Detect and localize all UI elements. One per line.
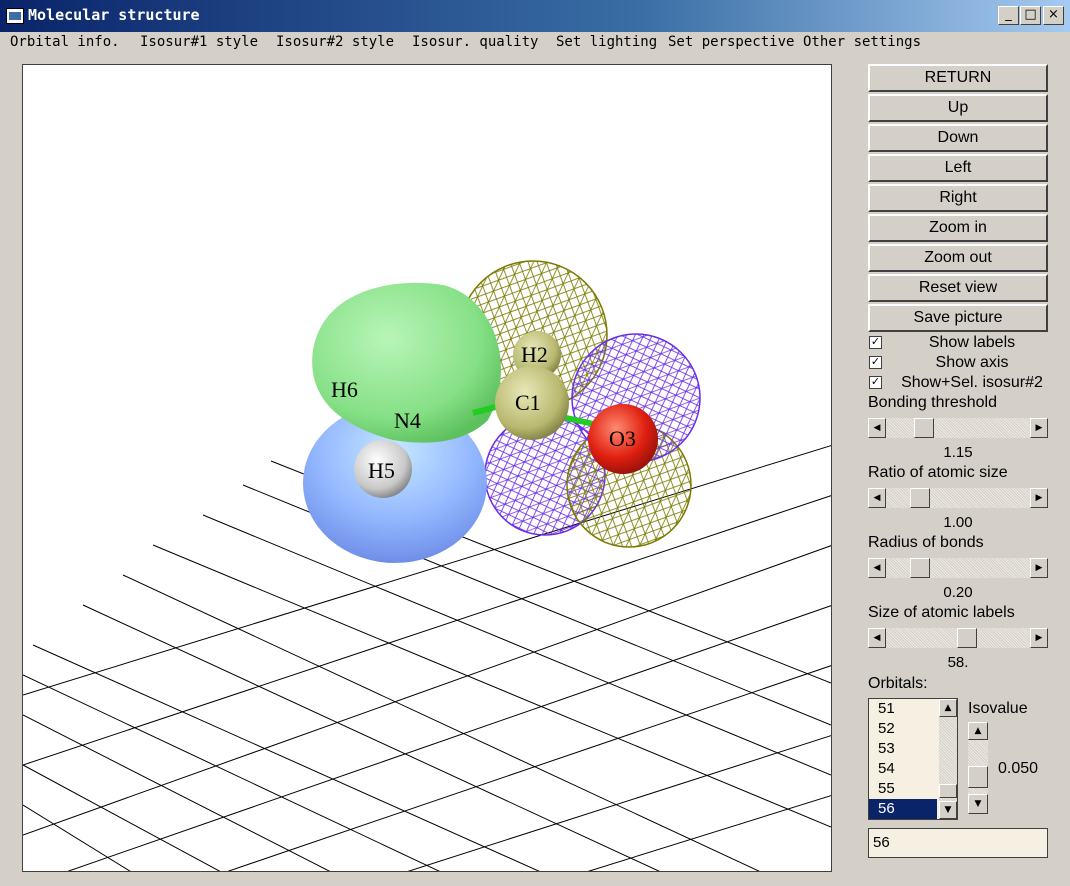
atomic-size-value: 1.00 xyxy=(943,514,973,531)
left-arrow-icon[interactable]: ◀ xyxy=(868,628,886,648)
atom-label-h6: H6 xyxy=(331,377,358,402)
atom-label-n4: N4 xyxy=(394,408,421,433)
right-button[interactable]: Right xyxy=(868,184,1048,212)
left-arrow-icon[interactable]: ◀ xyxy=(868,418,886,438)
orbital-item[interactable]: 52 xyxy=(869,719,937,739)
isovalue-thumb[interactable] xyxy=(968,766,988,788)
up-button[interactable]: Up xyxy=(868,94,1048,122)
slider-thumb[interactable] xyxy=(910,488,930,508)
bond-radius-value: 0.20 xyxy=(943,584,973,601)
label-size-label: Size of atomic labels xyxy=(868,604,1015,621)
down-button[interactable]: Down xyxy=(868,124,1048,152)
orbital-item[interactable]: 55 xyxy=(869,779,937,799)
bonding-threshold-label: Bonding threshold xyxy=(868,394,997,411)
return-button[interactable]: RETURN xyxy=(868,64,1048,92)
down-arrow-icon[interactable]: ▼ xyxy=(939,801,957,819)
up-arrow-icon[interactable]: ▲ xyxy=(939,699,957,717)
orbitals-listbox[interactable]: 51 52 53 54 55 56 ▲ ▼ xyxy=(868,698,958,820)
zoom-out-button[interactable]: Zoom out xyxy=(868,244,1048,272)
save-picture-button[interactable]: Save picture xyxy=(868,304,1048,332)
show-axis-label: Show axis xyxy=(935,354,1009,371)
label-size-slider[interactable]: ◀ ▶ xyxy=(868,628,1048,648)
menu-set-perspective[interactable]: Set perspective xyxy=(668,34,794,50)
left-arrow-icon[interactable]: ◀ xyxy=(868,488,886,508)
isovalue-label: Isovalue xyxy=(968,700,1028,717)
atomic-size-slider[interactable]: ◀ ▶ xyxy=(868,488,1048,508)
atom-label-h5: H5 xyxy=(368,458,395,483)
down-arrow-icon[interactable]: ▼ xyxy=(968,794,988,814)
molecule-viewport[interactable]: H6 N4 H5 H2 C1 O3 xyxy=(22,64,832,872)
menu-isosur-quality[interactable]: Isosur. quality xyxy=(412,34,538,50)
show-axis-checkbox[interactable]: ✓ xyxy=(869,356,882,369)
show-isosur2-label: Show+Sel. isosur#2 xyxy=(901,374,1043,391)
left-arrow-icon[interactable]: ◀ xyxy=(868,558,886,578)
scroll-thumb[interactable] xyxy=(939,784,957,798)
window-title: Molecular structure xyxy=(28,6,200,24)
zoom-in-button[interactable]: Zoom in xyxy=(868,214,1048,242)
slider-thumb[interactable] xyxy=(957,628,977,648)
show-labels-label: Show labels xyxy=(928,334,1016,351)
isovalue-scrollbar[interactable]: ▲ ▼ xyxy=(968,722,988,814)
maximize-button[interactable]: □ xyxy=(1020,6,1041,25)
show-isosur2-checkbox[interactable]: ✓ xyxy=(869,376,882,389)
orbital-index-field[interactable]: 56 xyxy=(868,828,1048,858)
slider-thumb[interactable] xyxy=(914,418,934,438)
show-labels-row: ✓ Show labels xyxy=(868,334,1053,352)
isovalue-value: 0.050 xyxy=(998,760,1039,777)
show-labels-checkbox[interactable]: ✓ xyxy=(869,336,882,349)
slider-thumb[interactable] xyxy=(910,558,930,578)
menu-set-lighting[interactable]: Set lighting xyxy=(556,34,657,50)
atom-label-h2: H2 xyxy=(521,342,548,367)
bonding-threshold-slider[interactable]: ◀ ▶ xyxy=(868,418,1048,438)
menu-other-settings[interactable]: Other settings xyxy=(803,34,921,50)
orbitals-scrollbar[interactable]: ▲ ▼ xyxy=(939,699,957,819)
up-arrow-icon[interactable]: ▲ xyxy=(968,722,988,740)
close-button[interactable]: × xyxy=(1043,6,1064,25)
menu-isosur1-style[interactable]: Isosur#1 style xyxy=(140,34,258,50)
right-arrow-icon[interactable]: ▶ xyxy=(1030,628,1048,648)
minimize-button[interactable]: _ xyxy=(998,6,1019,25)
atom-label-c1: C1 xyxy=(515,390,541,415)
left-button[interactable]: Left xyxy=(868,154,1048,182)
bond-radius-label: Radius of bonds xyxy=(868,534,984,551)
right-arrow-icon[interactable]: ▶ xyxy=(1030,488,1048,508)
orbital-item[interactable]: 51 xyxy=(869,699,937,719)
show-axis-row: ✓ Show axis xyxy=(868,354,1053,372)
right-arrow-icon[interactable]: ▶ xyxy=(1030,418,1048,438)
atomic-size-label: Ratio of atomic size xyxy=(868,464,1008,481)
molecule-render: H6 N4 H5 H2 C1 O3 xyxy=(23,260,831,871)
menu-bar: Orbital info. Isosur#1 style Isosur#2 st… xyxy=(0,32,1070,54)
bond-radius-slider[interactable]: ◀ ▶ xyxy=(868,558,1048,578)
show-isosur2-row: ✓ Show+Sel. isosur#2 xyxy=(868,374,1053,392)
reset-view-button[interactable]: Reset view xyxy=(868,274,1048,302)
menu-orbital-info[interactable]: Orbital info. xyxy=(10,34,120,50)
orbital-item[interactable]: 53 xyxy=(869,739,937,759)
title-bar: Molecular structure _ □ × xyxy=(0,0,1070,32)
right-arrow-icon[interactable]: ▶ xyxy=(1030,558,1048,578)
orbital-item-selected[interactable]: 56 xyxy=(869,799,937,819)
app-icon[interactable] xyxy=(6,8,24,24)
bonding-threshold-value: 1.15 xyxy=(943,444,973,461)
orbitals-label: Orbitals: xyxy=(868,675,928,692)
label-size-value: 58. xyxy=(947,654,969,671)
orbital-item[interactable]: 54 xyxy=(869,759,937,779)
menu-isosur2-style[interactable]: Isosur#2 style xyxy=(276,34,394,50)
atom-label-o3: O3 xyxy=(609,426,636,451)
